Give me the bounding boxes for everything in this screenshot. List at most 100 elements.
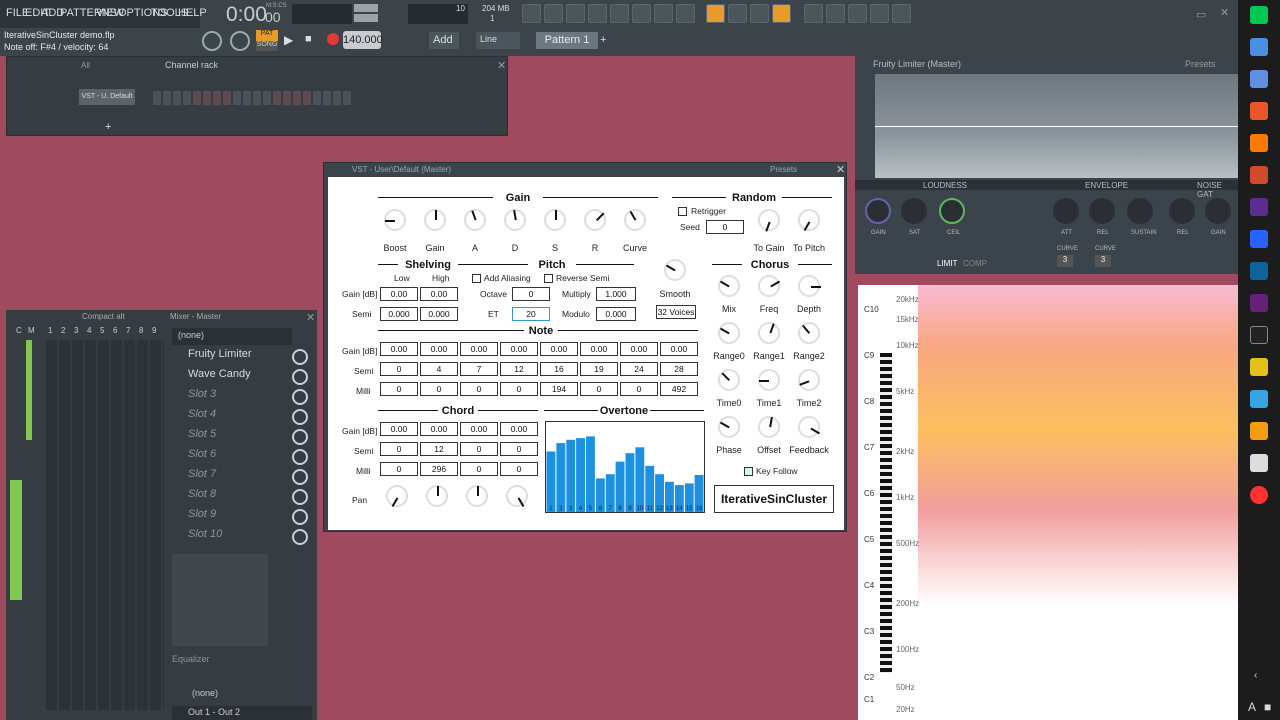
notification-icon[interactable]: ■ xyxy=(1264,700,1271,714)
note-semi-3[interactable]: 7 xyxy=(460,362,498,376)
loop-record-button[interactable] xyxy=(826,4,845,23)
mixer-layout[interactable]: Compact alt xyxy=(82,312,125,321)
att-curve-value[interactable]: 3 xyxy=(1057,255,1073,267)
boost-knob[interactable] xyxy=(384,209,406,231)
overtone-bar-10[interactable] xyxy=(635,447,645,512)
comp-tab[interactable]: COMP xyxy=(963,259,987,268)
note-semi-4[interactable]: 12 xyxy=(500,362,538,376)
chorus-freq-knob[interactable] xyxy=(758,275,780,297)
overtone-bar-5[interactable] xyxy=(586,436,595,512)
note-semi-1[interactable]: 0 xyxy=(380,362,418,376)
slot-4[interactable]: Slot 4 xyxy=(178,408,312,427)
git-icon[interactable] xyxy=(1250,422,1268,440)
note-milli-8[interactable]: 492 xyxy=(660,382,698,396)
key-follow-checkbox[interactable] xyxy=(744,467,753,476)
plugin-close-icon[interactable]: ✕ xyxy=(836,163,845,176)
terminal-icon[interactable] xyxy=(1250,326,1268,344)
note-gain-5[interactable]: 0.00 xyxy=(540,342,578,356)
note-milli-4[interactable]: 0 xyxy=(500,382,538,396)
chorus-time0-knob[interactable] xyxy=(718,369,740,391)
shelving-high-semi[interactable]: 0.000 xyxy=(420,307,458,321)
record-icon[interactable] xyxy=(327,33,339,45)
overtone-bar-1[interactable] xyxy=(546,451,556,513)
chord-milli-2[interactable]: 296 xyxy=(420,462,458,476)
shelving-low-gain[interactable]: 0.00 xyxy=(380,287,418,301)
channel-rack-button[interactable] xyxy=(566,4,585,23)
tempo-knob[interactable] xyxy=(230,31,250,51)
mixer-button[interactable] xyxy=(588,4,607,23)
gate-gain-knob[interactable] xyxy=(1205,198,1231,224)
vscode-icon[interactable] xyxy=(1250,262,1268,280)
firefox-icon[interactable] xyxy=(1250,102,1268,120)
chorus-offset-knob[interactable] xyxy=(758,416,780,438)
master-pitch[interactable] xyxy=(354,14,378,22)
chorus-phase-knob[interactable] xyxy=(718,416,740,438)
chord-semi-3[interactable]: 0 xyxy=(460,442,498,456)
typing-keyboard-button[interactable] xyxy=(706,4,725,23)
chord-semi-4[interactable]: 0 xyxy=(500,442,538,456)
voices-select[interactable]: 32 Voices xyxy=(656,305,696,319)
chord-semi-1[interactable]: 0 xyxy=(380,442,418,456)
note-milli-3[interactable]: 0 xyxy=(460,382,498,396)
chat-button[interactable] xyxy=(676,4,695,23)
shelving-low-semi[interactable]: 0.000 xyxy=(380,307,418,321)
modulo-field[interactable]: 0.000 xyxy=(596,307,636,321)
pan-knob-1[interactable] xyxy=(386,485,408,507)
chorus-feedback-knob[interactable] xyxy=(798,416,820,438)
slot-3[interactable]: Slot 3 xyxy=(178,388,312,407)
add-channel-icon[interactable]: + xyxy=(105,121,111,133)
network-icon[interactable] xyxy=(1250,390,1268,408)
chorus-time2-knob[interactable] xyxy=(798,369,820,391)
minimize-icon[interactable]: ▭ xyxy=(1196,8,1206,21)
vs-icon[interactable] xyxy=(1250,294,1268,312)
pat-toggle[interactable]: PAT xyxy=(256,30,278,41)
chorus-mix-knob[interactable] xyxy=(718,275,740,297)
slot-10[interactable]: Slot 10 xyxy=(178,528,312,547)
wait-button[interactable] xyxy=(804,4,823,23)
chord-gain-2[interactable]: 0.00 xyxy=(420,422,458,436)
mixer-preset-select[interactable]: (none) xyxy=(172,328,292,345)
limiter-gain-knob[interactable] xyxy=(865,198,891,224)
note-gain-3[interactable]: 0.00 xyxy=(460,342,498,356)
limiter-presets[interactable]: Presets xyxy=(1185,59,1216,69)
overtone-bars[interactable]: 1 2 3 4 5 6 7 8 9 10 11 12 13 14 15 16 xyxy=(546,422,704,512)
note-semi-2[interactable]: 4 xyxy=(420,362,458,376)
note-gain-8[interactable]: 0.00 xyxy=(660,342,698,356)
add-pattern-icon[interactable]: + xyxy=(600,34,606,46)
pan-knob-3[interactable] xyxy=(466,485,488,507)
snap-select[interactable]: Line xyxy=(476,32,520,49)
slot-6[interactable]: Slot 6 xyxy=(178,448,312,467)
chorus-depth-knob[interactable] xyxy=(798,275,820,297)
limit-tab[interactable]: LIMIT xyxy=(937,259,957,268)
mixer-close-icon[interactable]: ✕ xyxy=(306,311,315,324)
overtone-bar-8[interactable] xyxy=(615,461,625,512)
pan-knob-4[interactable] xyxy=(506,485,528,507)
release-knob[interactable] xyxy=(584,209,606,231)
channel-button[interactable]: VST - U. Default xyxy=(79,89,135,105)
note-milli-7[interactable]: 0 xyxy=(620,382,658,396)
metronome-button[interactable] xyxy=(870,4,889,23)
close-icon[interactable]: ✕ xyxy=(1220,6,1229,19)
note-semi-5[interactable]: 16 xyxy=(540,362,578,376)
note-gain-1[interactable]: 0.00 xyxy=(380,342,418,356)
chorus-range2-knob[interactable] xyxy=(798,322,820,344)
stop-icon[interactable]: ■ xyxy=(305,33,312,45)
slot-5[interactable]: Slot 5 xyxy=(178,428,312,447)
obs-icon[interactable] xyxy=(1250,454,1268,472)
chevron-up-icon[interactable]: ‹ xyxy=(1254,670,1257,681)
note-milli-1[interactable]: 0 xyxy=(380,382,418,396)
et-field[interactable]: 20 xyxy=(512,307,550,321)
pan-knob-2[interactable] xyxy=(426,485,448,507)
overtone-bar-9[interactable] xyxy=(625,453,635,512)
pencil-button[interactable] xyxy=(750,4,769,23)
firefox-dev-icon[interactable] xyxy=(1250,134,1268,152)
to-gain-knob[interactable] xyxy=(758,209,780,231)
chorus-range1-knob[interactable] xyxy=(758,322,780,344)
note-milli-2[interactable]: 0 xyxy=(420,382,458,396)
fl-studio-icon[interactable] xyxy=(1250,166,1268,184)
note-semi-8[interactable]: 28 xyxy=(660,362,698,376)
piano-roll-button[interactable] xyxy=(544,4,563,23)
note-semi-6[interactable]: 19 xyxy=(580,362,618,376)
note-milli-6[interactable]: 0 xyxy=(580,382,618,396)
visual-studio-icon[interactable] xyxy=(1250,198,1268,216)
